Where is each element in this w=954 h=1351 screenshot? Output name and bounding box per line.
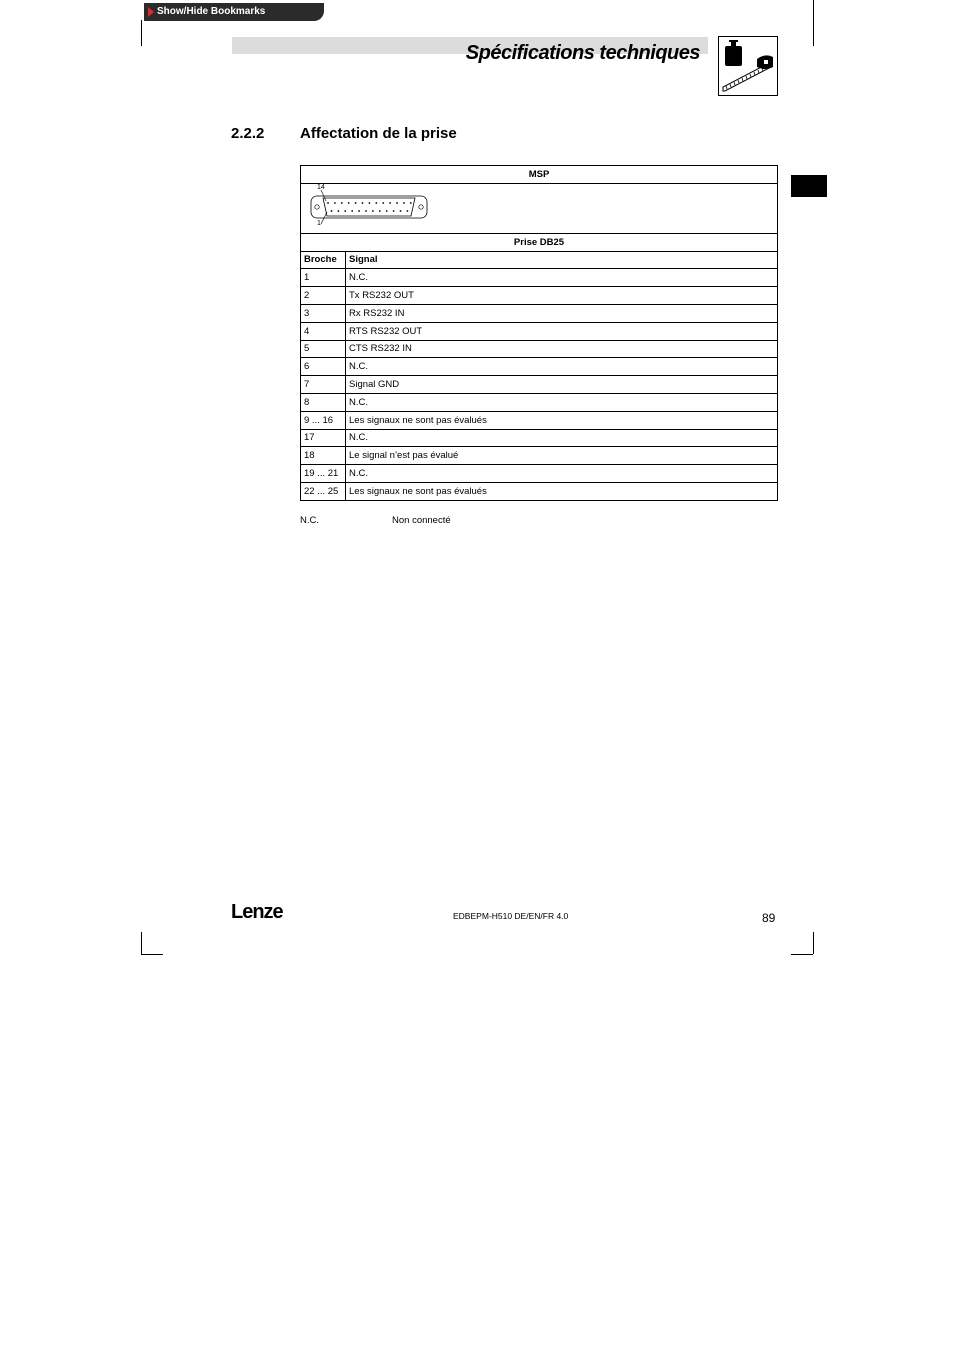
connector-pin: [327, 201, 329, 204]
connector-pin: [334, 201, 336, 204]
signal-cell: CTS RS232 IN: [345, 339, 778, 359]
connector-pin: [389, 201, 391, 204]
crop-mark-top-right: [813, 0, 814, 46]
table-row: 5 CTS RS232 IN: [300, 339, 778, 359]
signal-cell: Le signal n’est pas évalué: [345, 446, 778, 466]
table-title-row: MSP: [300, 165, 778, 184]
table-row: 6 N.C.: [300, 357, 778, 377]
connector-pin: [358, 209, 360, 212]
crop-mark-bottom-right-h: [791, 954, 813, 955]
signal-cell: N.C.: [345, 392, 778, 412]
connector-pin: [375, 201, 378, 204]
signal-cell: N.C.: [345, 357, 778, 377]
connector-pin: [365, 209, 367, 212]
connector-pin: [340, 201, 343, 204]
table-title: MSP: [300, 165, 778, 184]
pin-cell: 2: [300, 286, 346, 305]
bookmarks-label: Show/Hide Bookmarks: [157, 6, 266, 17]
pin-cell: 6: [300, 357, 346, 377]
connector-pin: [382, 201, 385, 204]
crop-mark-bottom-left-h: [141, 954, 163, 955]
connector-row: 14 1: [300, 182, 778, 234]
pin-cell: 8: [300, 392, 346, 412]
connector-pin: [361, 201, 364, 204]
column-header-signal: Signal: [345, 250, 778, 270]
section-title: Affectation de la prise: [300, 125, 457, 142]
signal-cell: Rx RS232 IN: [345, 303, 778, 323]
section-number: 2.2.2: [231, 125, 265, 142]
pin-cell: 7: [300, 375, 346, 394]
connector-pin: [368, 201, 371, 204]
connector-pin: [406, 209, 409, 212]
pin-cell: 1: [300, 268, 346, 288]
connector-pin: [396, 201, 398, 204]
chapter-tab-marker: [791, 175, 827, 197]
connector-pin: [403, 201, 405, 204]
table-row: 17 N.C.: [300, 428, 778, 448]
pin-cell: 17: [300, 428, 346, 448]
connector-pin: [372, 209, 374, 212]
connector-label-row: Prise DB25: [300, 232, 778, 252]
pin-cell: 9 ... 16: [300, 410, 346, 430]
connector-pin: [392, 209, 395, 212]
table-row: 1 N.C.: [300, 268, 778, 288]
signal-cell: Tx RS232 OUT: [345, 286, 778, 305]
connector-pin: [351, 209, 354, 212]
document-id: EDBEPM-H510 DE/EN/FR 4.0: [453, 911, 569, 921]
signal-cell: N.C.: [345, 268, 778, 288]
lenze-logo: Lenze: [231, 901, 284, 923]
crop-mark-top-left: [141, 20, 142, 46]
connector-pin: [385, 209, 388, 212]
connector-pin: [409, 201, 412, 204]
pin-cell: 5: [300, 339, 346, 359]
column-header-pin: Broche: [300, 250, 346, 270]
signal-cell: Les signaux ne sont pas évalués: [345, 481, 778, 501]
signal-cell: N.C.: [345, 464, 778, 483]
signal-cell: N.C.: [345, 428, 778, 448]
connector-pin: [399, 209, 402, 212]
triangle-right-icon: [148, 7, 154, 17]
table-row: 18 Le signal n’est pas évalué: [300, 446, 778, 466]
table-row: 2 Tx RS232 OUT: [300, 286, 778, 305]
pin-assignment-table: MSP 14 1 Prise DB25 Broche Signal 1 N.C.…: [300, 165, 778, 501]
footnote-text: Non connecté: [392, 515, 451, 526]
db25-connector-icon: [310, 189, 428, 224]
signal-cell: Les signaux ne sont pas évalués: [345, 410, 778, 430]
table-row: 19 ... 21 N.C.: [300, 464, 778, 483]
connector-label: Prise DB25: [300, 232, 778, 252]
table-row: 9 ... 16 Les signaux ne sont pas évalués: [300, 410, 778, 430]
pin-cell: 4: [300, 321, 346, 341]
weight-scale-icon: [718, 36, 778, 96]
connector-pin: [347, 201, 350, 204]
table-row: 4 RTS RS232 OUT: [300, 321, 778, 341]
pin-cell: 18: [300, 446, 346, 466]
connector-pin: [330, 209, 333, 212]
connector-pin: [378, 209, 381, 212]
table-row: 7 Signal GND: [300, 375, 778, 394]
signal-cell: Signal GND: [345, 375, 778, 394]
page-title: Spécifications techniques: [465, 42, 701, 64]
footnote-abbreviation: N.C.: [300, 515, 319, 526]
connector-cell: 14 1: [300, 182, 778, 234]
pin-cell: 22 ... 25: [300, 481, 346, 501]
pin-cell: 3: [300, 303, 346, 323]
page-number: 89: [762, 911, 776, 925]
table-row: 3 Rx RS232 IN: [300, 303, 778, 323]
connector-pin: [344, 209, 347, 212]
table-row: 8 N.C.: [300, 392, 778, 412]
table-row: 22 ... 25 Les signaux ne sont pas évalués: [300, 481, 778, 501]
connector-pin: [354, 201, 357, 204]
table-header-row: Broche Signal: [300, 250, 778, 270]
crop-mark-bottom-left-v: [141, 932, 142, 954]
connector-pin: [337, 209, 340, 212]
crop-mark-bottom-right-v: [813, 932, 814, 954]
signal-cell: RTS RS232 OUT: [345, 321, 778, 341]
show-hide-bookmarks-button[interactable]: Show/Hide Bookmarks: [144, 3, 324, 21]
pin-cell: 19 ... 21: [300, 464, 346, 483]
